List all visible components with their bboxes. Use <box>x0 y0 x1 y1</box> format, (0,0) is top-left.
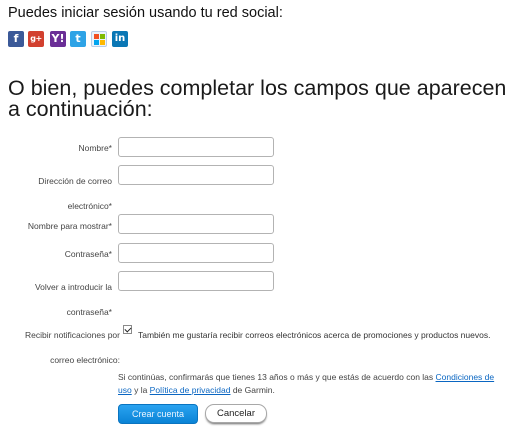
confirm-password-label: Volver a introducir la contraseña* <box>34 282 112 317</box>
email-field[interactable] <box>118 165 274 185</box>
facebook-icon[interactable]: f <box>8 31 24 47</box>
confirm-password-field[interactable] <box>118 271 274 291</box>
notifications-checkbox[interactable] <box>123 325 132 334</box>
email-label: Dirección de correo electrónico* <box>38 176 112 211</box>
notifications-label: Recibir notificaciones por correo electr… <box>25 330 120 365</box>
display-name-field[interactable] <box>118 214 274 234</box>
create-account-button[interactable]: Crear cuenta <box>118 404 198 424</box>
display-name-label: Nombre para mostrar* <box>27 221 112 231</box>
cancel-button[interactable]: Cancelar <box>205 404 267 423</box>
google-plus-icon[interactable]: g+ <box>28 31 44 47</box>
privacy-policy-link[interactable]: Política de privacidad <box>150 385 231 395</box>
social-title: Puedes iniciar sesión usando tu red soci… <box>8 5 283 21</box>
password-label: Contraseña* <box>64 249 112 259</box>
linkedin-icon[interactable]: in <box>112 31 128 47</box>
notifications-text: También me gustaría recibir correos elec… <box>138 330 491 340</box>
terms-notice: Si continúas, confirmarás que tienes 13 … <box>118 371 510 396</box>
terms-prefix: Si continúas, confirmarás que tienes 13 … <box>118 372 436 382</box>
form-heading: O bien, puedes completar los campos que … <box>8 76 507 121</box>
yahoo-icon[interactable]: Y! <box>50 31 66 47</box>
terms-suffix: de Garmin. <box>230 384 275 395</box>
windows-live-icon[interactable] <box>91 31 107 47</box>
name-field[interactable] <box>118 137 274 157</box>
terms-middle: y la <box>131 384 150 395</box>
password-field[interactable] <box>118 243 274 263</box>
name-label: Nombre* <box>78 143 112 153</box>
twitter-icon[interactable]: t <box>70 31 86 47</box>
